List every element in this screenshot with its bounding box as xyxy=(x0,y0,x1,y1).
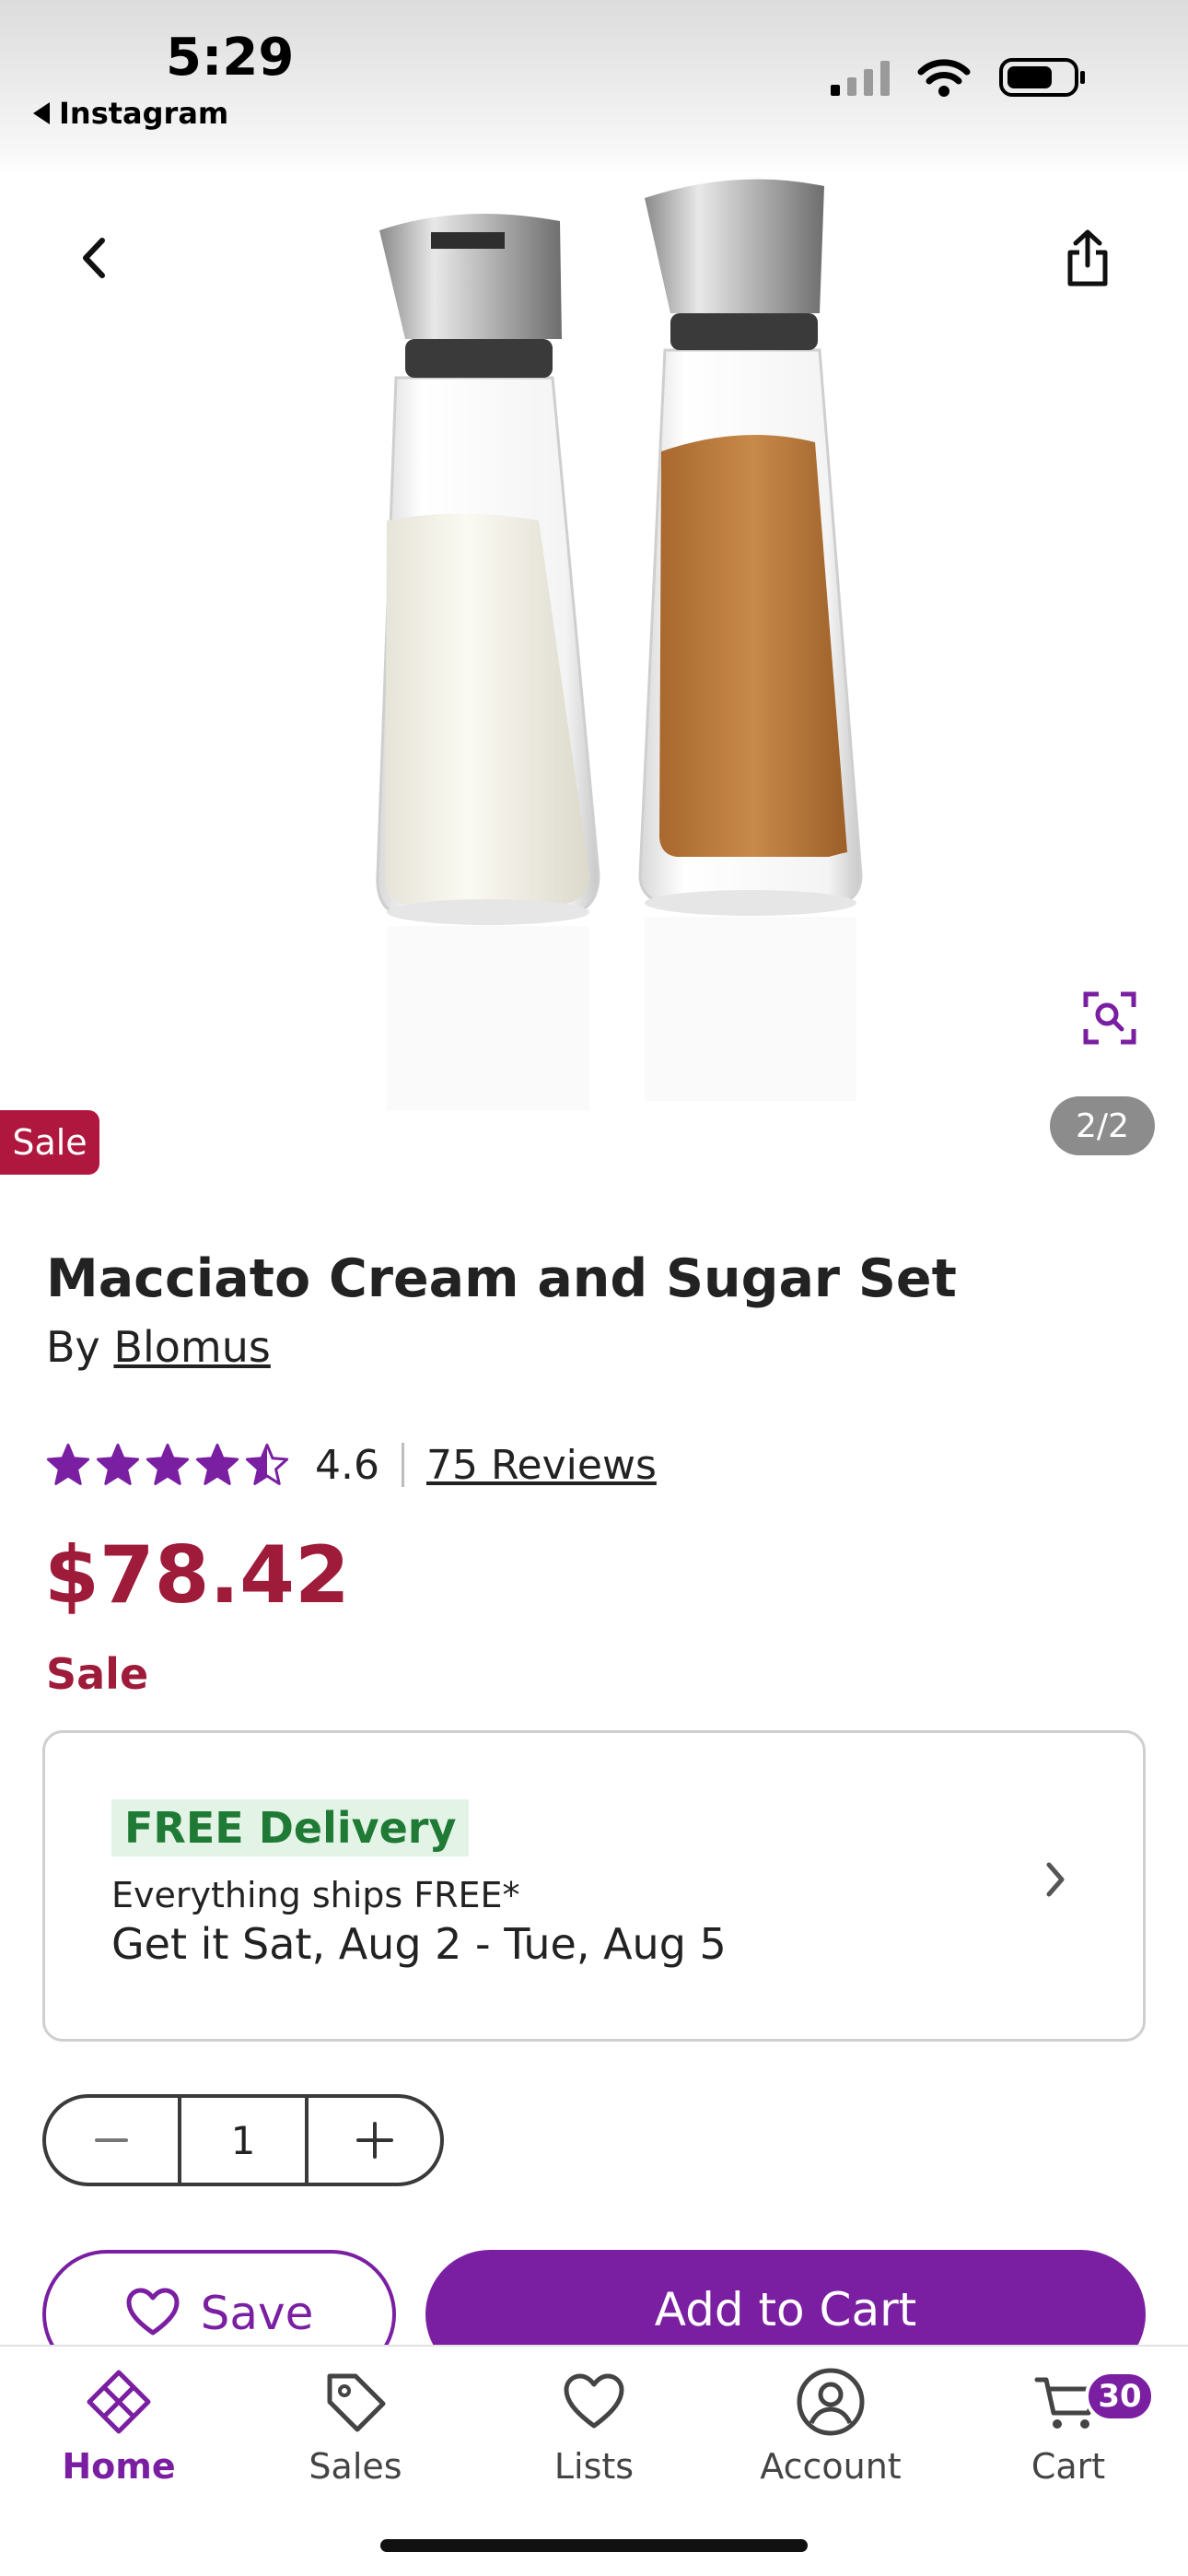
plus-icon xyxy=(355,2122,393,2159)
heart-outline-icon xyxy=(126,2288,180,2336)
tab-home[interactable]: Home xyxy=(27,2365,211,2487)
product-title: Macciato Cream and Sugar Set xyxy=(46,1248,957,1309)
quantity-value[interactable]: 1 xyxy=(177,2098,309,2183)
rating-row[interactable]: 4.6 75 Reviews xyxy=(46,1433,657,1497)
delivery-eta: Get it Sat, Aug 2 - Tue, Aug 5 xyxy=(111,1919,727,1969)
tab-sales[interactable]: Sales xyxy=(263,2365,448,2487)
rating-value: 4.6 xyxy=(315,1441,379,1489)
star-icon xyxy=(195,1443,239,1485)
save-label: Save xyxy=(200,2287,314,2340)
image-counter: 2/2 xyxy=(1050,1096,1155,1155)
share-button[interactable] xyxy=(1046,217,1129,299)
product-image xyxy=(376,179,863,1110)
account-icon xyxy=(797,2368,865,2436)
tag-icon xyxy=(327,2373,386,2432)
tab-label: Account xyxy=(760,2446,902,2487)
home-icon xyxy=(87,2370,151,2434)
add-to-cart-label: Add to Cart xyxy=(654,2283,917,2336)
status-bar: 5:29 Instagram xyxy=(0,0,1188,175)
tab-label: Lists xyxy=(553,2446,635,2487)
back-triangle-icon xyxy=(33,102,50,124)
tab-label: Home xyxy=(62,2446,176,2487)
sale-label: Sale xyxy=(46,1649,149,1699)
product-image-gallery[interactable] xyxy=(0,175,1188,1188)
tab-label: Cart xyxy=(1031,2446,1106,2487)
tab-lists[interactable]: Lists xyxy=(502,2365,686,2487)
brand-link[interactable]: Blomus xyxy=(113,1322,270,1372)
star-icon xyxy=(146,1443,190,1485)
delivery-card[interactable]: FREE Delivery Everything ships FREE* Get… xyxy=(42,1730,1146,2042)
zoom-search-icon xyxy=(1083,991,1136,1045)
cart-count-badge: 30 xyxy=(1085,2371,1155,2422)
heart-icon xyxy=(564,2373,624,2429)
chevron-left-icon xyxy=(83,238,105,278)
status-time: 5:29 xyxy=(166,28,295,88)
increase-quantity-button[interactable] xyxy=(309,2098,440,2183)
back-app-label: Instagram xyxy=(59,96,229,131)
by-prefix: By xyxy=(46,1322,100,1372)
quantity-stepper: 1 xyxy=(42,2094,444,2186)
chevron-right-icon xyxy=(1046,1862,1065,1897)
share-icon xyxy=(1067,229,1108,287)
battery-icon xyxy=(999,58,1085,97)
wifi-icon xyxy=(917,59,971,97)
back-to-app-link[interactable]: Instagram xyxy=(33,96,228,131)
sale-tag: Sale xyxy=(0,1110,99,1175)
decrease-quantity-button[interactable] xyxy=(46,2098,178,2183)
product-price: $78.42 xyxy=(44,1529,350,1622)
star-icon xyxy=(46,1443,90,1485)
reviews-link[interactable]: 75 Reviews xyxy=(426,1442,657,1489)
tab-cart[interactable]: Cart 30 xyxy=(976,2365,1160,2487)
ships-free-text: Everything ships FREE* xyxy=(111,1875,520,1915)
home-indicator xyxy=(380,2539,808,2552)
signal-icon xyxy=(831,61,890,96)
brand-byline: By Blomus xyxy=(46,1322,271,1372)
free-delivery-badge: FREE Delivery xyxy=(111,1799,470,1856)
star-icon xyxy=(245,1443,289,1485)
back-button[interactable] xyxy=(53,217,136,299)
status-icons xyxy=(829,57,1087,98)
tab-label: Sales xyxy=(309,2446,402,2487)
rating-divider xyxy=(401,1443,404,1487)
star-icon xyxy=(96,1443,140,1485)
tab-account[interactable]: Account xyxy=(739,2365,923,2487)
minus-icon xyxy=(95,2138,129,2142)
zoom-button[interactable] xyxy=(1068,977,1151,1060)
star-rating xyxy=(46,1443,289,1487)
